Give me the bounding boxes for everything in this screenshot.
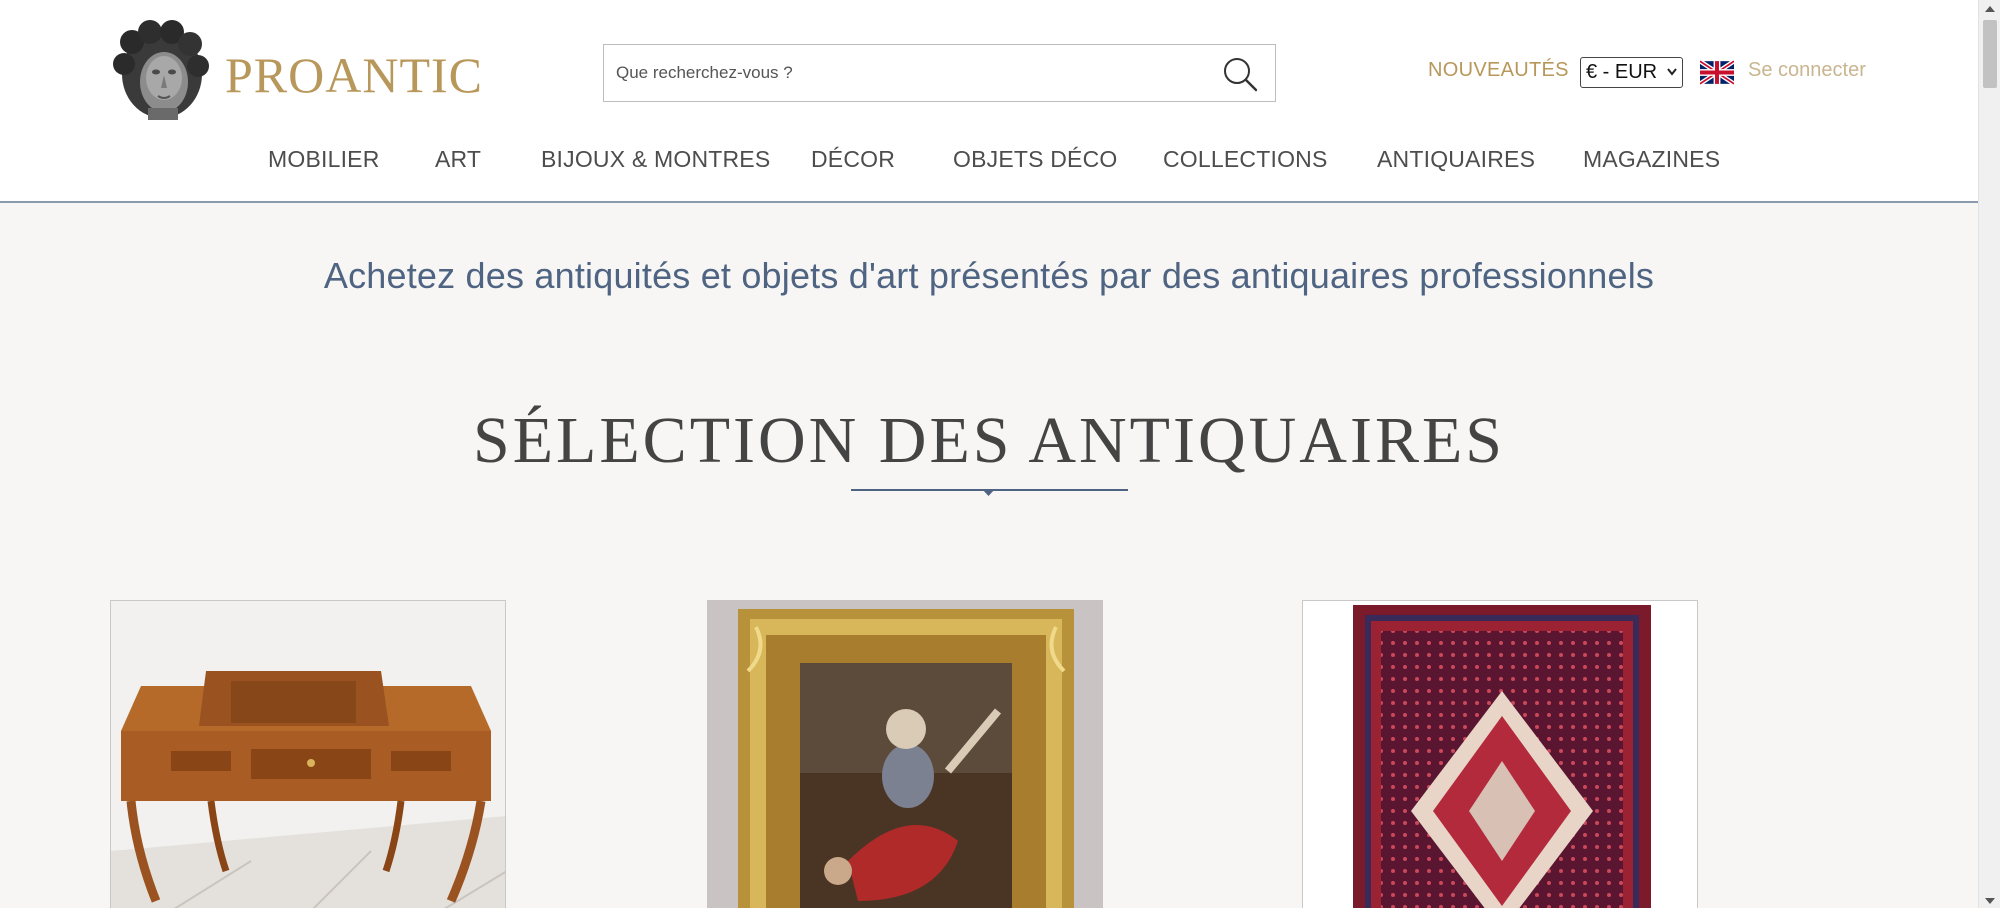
scroll-thumb[interactable] xyxy=(1983,20,1997,88)
nav-item-objets-deco[interactable]: OBJETS DÉCO xyxy=(953,146,1118,173)
main-nav: MOBILIER ART BIJOUX & MONTRES DÉCOR OBJE… xyxy=(0,146,1978,184)
product-card-dressing-table[interactable] xyxy=(110,600,506,908)
scroll-up-icon[interactable] xyxy=(1984,4,1996,14)
nav-item-mobilier[interactable]: MOBILIER xyxy=(268,146,380,173)
page-tagline: Achetez des antiquités et objets d'art p… xyxy=(323,255,1655,296)
nav-item-decor[interactable]: DÉCOR xyxy=(811,146,895,173)
product-card-painting[interactable] xyxy=(707,600,1103,908)
search-icon[interactable] xyxy=(1221,55,1259,93)
logo-head-icon[interactable] xyxy=(110,20,210,122)
divider-ornament xyxy=(982,489,995,496)
nav-item-collections[interactable]: COLLECTIONS xyxy=(1163,146,1328,173)
login-link[interactable]: Se connecter xyxy=(1748,59,1866,82)
dressing-table-image xyxy=(111,601,505,908)
nav-item-art[interactable]: ART xyxy=(435,146,481,173)
product-card-rug[interactable] xyxy=(1302,600,1698,908)
section-title: SÉLECTION DES ANTIQUAIRES xyxy=(473,404,1505,477)
brand-logo-text[interactable]: PROANTIC xyxy=(225,46,483,104)
site-header: PROANTIC NOUVEAUTÉS € - EUR Se connecter… xyxy=(0,0,1978,203)
nav-item-bijoux-montres[interactable]: BIJOUX & MONTRES xyxy=(541,146,770,173)
nav-item-antiquaires[interactable]: ANTIQUAIRES xyxy=(1377,146,1535,173)
currency-select[interactable]: € - EUR xyxy=(1580,57,1683,88)
uk-flag-icon[interactable] xyxy=(1700,60,1734,85)
framed-painting-image xyxy=(708,601,1102,908)
persian-rug-image xyxy=(1303,601,1697,908)
scroll-down-icon[interactable] xyxy=(1984,896,1996,906)
chevron-down-icon xyxy=(1667,68,1677,76)
currency-value: € - EUR xyxy=(1586,61,1658,83)
search-input[interactable] xyxy=(616,45,1196,101)
search-bar xyxy=(603,44,1276,102)
vertical-scrollbar[interactable] xyxy=(1978,0,2000,908)
nav-item-magazines[interactable]: MAGAZINES xyxy=(1583,146,1720,173)
nouveautes-link[interactable]: NOUVEAUTÉS xyxy=(1428,59,1569,82)
